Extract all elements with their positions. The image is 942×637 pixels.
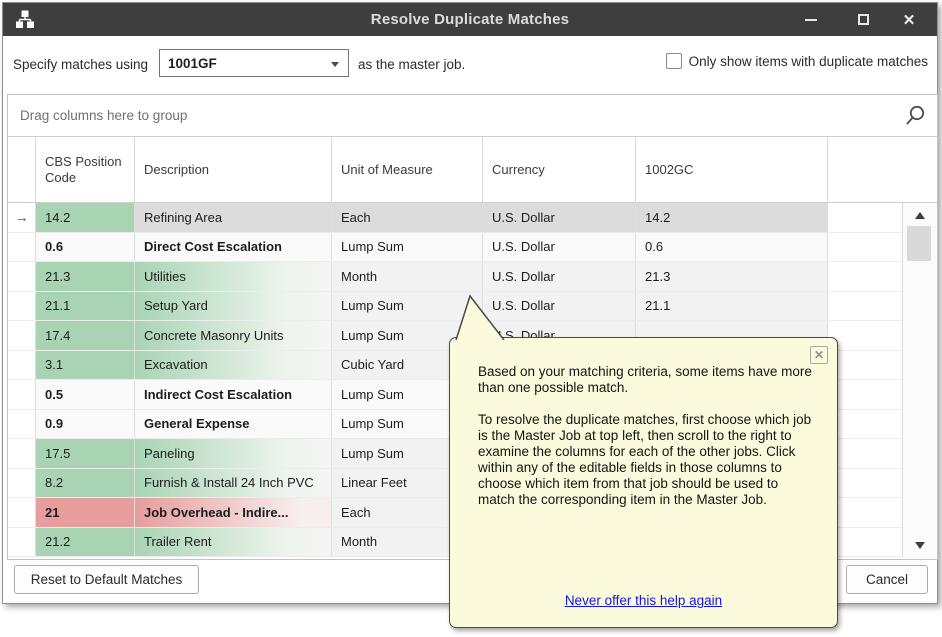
- master-job-value: 1001GF: [168, 56, 217, 71]
- cell-unit: Lump Sum: [332, 233, 483, 262]
- duplicate-filter-checkbox[interactable]: [666, 53, 682, 69]
- scroll-down-button[interactable]: [903, 535, 937, 555]
- grid-header: CBS Position CodeDescriptionUnit of Meas…: [8, 137, 937, 203]
- row-indicator-cell: [8, 233, 36, 262]
- table-row[interactable]: →14.2Refining AreaEachU.S. Dollar14.2: [8, 203, 937, 233]
- row-indicator-cell: [8, 262, 36, 291]
- tooltip-text: Based on your matching criteria, some it…: [478, 364, 815, 508]
- minimize-icon: [805, 19, 817, 21]
- tooltip-paragraph-1: Based on your matching criteria, some it…: [478, 364, 815, 396]
- cell-description: Setup Yard: [135, 292, 332, 321]
- row-indicator-cell: [8, 410, 36, 439]
- cell-cbs: 0.5: [36, 380, 135, 409]
- row-indicator-cell: [8, 439, 36, 468]
- cell-description: General Expense: [135, 410, 332, 439]
- header-indicator-cell: [8, 137, 36, 202]
- cell-description: Utilities: [135, 262, 332, 291]
- row-indicator-cell: [8, 292, 36, 321]
- tooltip-tail: [446, 294, 512, 340]
- cancel-button[interactable]: Cancel: [846, 565, 928, 594]
- master-job-suffix-label: as the master job.: [358, 57, 465, 72]
- table-row[interactable]: 0.6Direct Cost EscalationLump SumU.S. Do…: [8, 233, 937, 263]
- cell-description: Indirect Cost Escalation: [135, 380, 332, 409]
- cell-cbs: 17.5: [36, 439, 135, 468]
- row-indicator-cell: [8, 380, 36, 409]
- cell-cbs: 21: [36, 498, 135, 527]
- duplicate-filter-label: Only show items with duplicate matches: [689, 54, 928, 69]
- cell-cbs: 21.3: [36, 262, 135, 291]
- table-row[interactable]: 21.3UtilitiesMonthU.S. Dollar21.3: [8, 262, 937, 292]
- scrollbar-thumb[interactable]: [907, 226, 931, 261]
- cell-cbs: 21.1: [36, 292, 135, 321]
- cell-description: Excavation: [135, 351, 332, 380]
- duplicate-filter-checkbox-group: Only show items with duplicate matches: [666, 53, 928, 69]
- cell-currency: U.S. Dollar: [483, 203, 636, 232]
- cell-description: Job Overhead - Indire...: [135, 498, 332, 527]
- cell-description: Concrete Masonry Units: [135, 321, 332, 350]
- cell-match: 21.3: [636, 262, 828, 291]
- cell-cbs: 14.2: [36, 203, 135, 232]
- tooltip-paragraph-2: To resolve the duplicate matches, first …: [478, 412, 815, 508]
- cell-cbs: 8.2: [36, 469, 135, 498]
- cell-description: Refining Area: [135, 203, 332, 232]
- screen: Resolve Duplicate Matches ✕ Specify matc…: [0, 0, 942, 637]
- cell-currency: U.S. Dollar: [483, 262, 636, 291]
- title-bar: Resolve Duplicate Matches ✕: [3, 3, 937, 36]
- group-by-drop-zone[interactable]: Drag columns here to group: [8, 95, 937, 137]
- column-header-cbs[interactable]: CBS Position Code: [36, 137, 135, 202]
- cell-match: 21.1: [636, 292, 828, 321]
- cell-unit: Month: [332, 262, 483, 291]
- current-row-arrow-icon: →: [8, 203, 36, 232]
- row-indicator-cell: [8, 469, 36, 498]
- search-icon[interactable]: [903, 104, 927, 128]
- scroll-up-icon: [915, 212, 925, 219]
- row-indicator-cell: [8, 528, 36, 557]
- reset-to-default-matches-button[interactable]: Reset to Default Matches: [14, 565, 199, 594]
- column-header-match[interactable]: 1002GC: [636, 137, 828, 202]
- row-indicator-cell: [8, 321, 36, 350]
- cell-cbs: 3.1: [36, 351, 135, 380]
- cell-description: Direct Cost Escalation: [135, 233, 332, 262]
- specify-matches-label: Specify matches using: [13, 57, 148, 72]
- maximize-icon: [858, 14, 869, 25]
- cell-match: 0.6: [636, 233, 828, 262]
- group-hint-label: Drag columns here to group: [20, 108, 187, 123]
- cell-unit: Each: [332, 203, 483, 232]
- column-header-unit[interactable]: Unit of Measure: [332, 137, 483, 202]
- vertical-scrollbar[interactable]: [902, 203, 937, 557]
- never-offer-help-link[interactable]: Never offer this help again: [450, 593, 837, 608]
- chevron-down-icon: [331, 62, 339, 67]
- header-filler: [828, 137, 937, 202]
- cell-description: Furnish & Install 24 Inch PVC: [135, 469, 332, 498]
- scroll-down-icon: [915, 542, 925, 549]
- cell-description: Trailer Rent: [135, 528, 332, 557]
- column-header-description[interactable]: Description: [135, 137, 332, 202]
- cell-currency: U.S. Dollar: [483, 233, 636, 262]
- column-header-currency[interactable]: Currency: [483, 137, 636, 202]
- row-indicator-cell: [8, 351, 36, 380]
- tooltip-close-button[interactable]: ✕: [810, 346, 828, 364]
- close-button[interactable]: ✕: [887, 3, 931, 36]
- cell-cbs: 0.6: [36, 233, 135, 262]
- toolbar: Specify matches using 1001GF as the mast…: [3, 36, 937, 91]
- master-job-combobox[interactable]: 1001GF: [159, 49, 349, 77]
- cell-description: Paneling: [135, 439, 332, 468]
- cell-cbs: 0.9: [36, 410, 135, 439]
- scroll-up-button[interactable]: [903, 205, 937, 225]
- minimize-button[interactable]: [789, 3, 833, 36]
- help-tooltip: ✕ Based on your matching criteria, some …: [449, 337, 838, 628]
- cell-match: 14.2: [636, 203, 828, 232]
- cell-cbs: 17.4: [36, 321, 135, 350]
- maximize-button[interactable]: [841, 3, 885, 36]
- cell-cbs: 21.2: [36, 528, 135, 557]
- row-indicator-cell: [8, 498, 36, 527]
